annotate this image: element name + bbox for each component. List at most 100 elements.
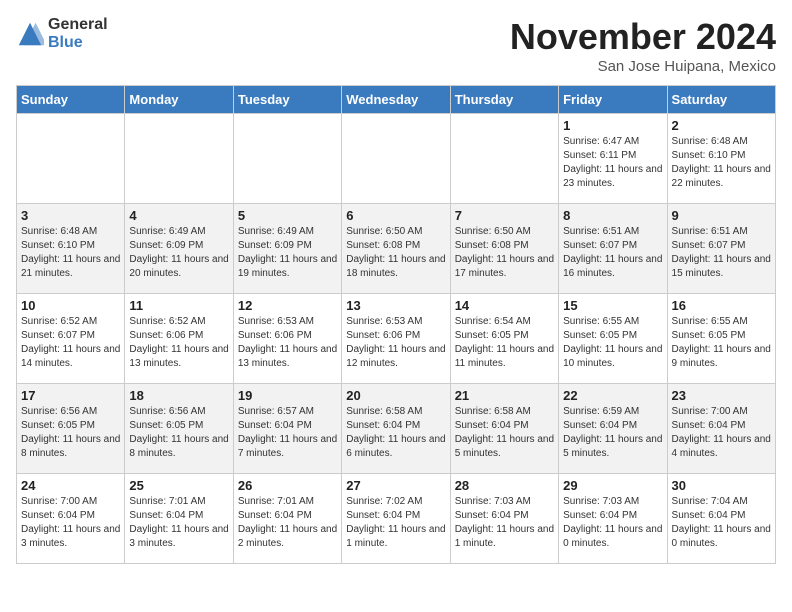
day-info: Sunrise: 6:50 AM Sunset: 6:08 PM Dayligh… bbox=[346, 225, 445, 281]
day-number: 20 bbox=[346, 388, 445, 403]
calendar-cell: 3 Sunrise: 6:48 AM Sunset: 6:10 PM Daylig… bbox=[17, 204, 125, 294]
calendar-cell: 28 Sunrise: 7:03 AM Sunset: 6:04 PM Dayli… bbox=[450, 474, 558, 564]
calendar-week-row: 17 Sunrise: 6:56 AM Sunset: 6:05 PM Dayli… bbox=[17, 384, 776, 474]
day-info: Sunrise: 6:56 AM Sunset: 6:05 PM Dayligh… bbox=[129, 405, 228, 461]
day-info: Sunrise: 6:51 AM Sunset: 6:07 PM Dayligh… bbox=[563, 225, 662, 281]
day-info: Sunrise: 6:58 AM Sunset: 6:04 PM Dayligh… bbox=[346, 405, 445, 461]
location-subtitle: San Jose Huipana, Mexico bbox=[510, 58, 776, 75]
day-info: Sunrise: 6:56 AM Sunset: 6:05 PM Dayligh… bbox=[21, 405, 120, 461]
day-number: 23 bbox=[672, 388, 771, 403]
day-number: 28 bbox=[455, 478, 554, 493]
calendar-cell bbox=[342, 114, 450, 204]
day-info: Sunrise: 7:00 AM Sunset: 6:04 PM Dayligh… bbox=[21, 495, 120, 551]
weekday-header-thursday: Thursday bbox=[450, 86, 558, 114]
day-number: 29 bbox=[563, 478, 662, 493]
calendar-week-row: 3 Sunrise: 6:48 AM Sunset: 6:10 PM Daylig… bbox=[17, 204, 776, 294]
calendar-week-row: 10 Sunrise: 6:52 AM Sunset: 6:07 PM Dayli… bbox=[17, 294, 776, 384]
logo-blue: Blue bbox=[48, 34, 108, 52]
page-header: General Blue November 2024 San Jose Huip… bbox=[16, 16, 776, 75]
day-info: Sunrise: 7:04 AM Sunset: 6:04 PM Dayligh… bbox=[672, 495, 771, 551]
calendar-cell: 20 Sunrise: 6:58 AM Sunset: 6:04 PM Dayli… bbox=[342, 384, 450, 474]
day-info: Sunrise: 6:48 AM Sunset: 6:10 PM Dayligh… bbox=[672, 135, 771, 191]
logo-general: General bbox=[48, 16, 108, 34]
day-info: Sunrise: 6:53 AM Sunset: 6:06 PM Dayligh… bbox=[346, 315, 445, 371]
day-info: Sunrise: 7:00 AM Sunset: 6:04 PM Dayligh… bbox=[672, 405, 771, 461]
day-number: 25 bbox=[129, 478, 228, 493]
weekday-header-saturday: Saturday bbox=[667, 86, 775, 114]
day-number: 17 bbox=[21, 388, 120, 403]
day-info: Sunrise: 6:48 AM Sunset: 6:10 PM Dayligh… bbox=[21, 225, 120, 281]
calendar-body: 1Sunrise: 6:47 AM Sunset: 6:11 PM Daylig… bbox=[17, 114, 776, 564]
calendar-cell: 27 Sunrise: 7:02 AM Sunset: 6:04 PM Dayli… bbox=[342, 474, 450, 564]
day-number: 24 bbox=[21, 478, 120, 493]
day-number: 22 bbox=[563, 388, 662, 403]
day-number: 4 bbox=[129, 208, 228, 223]
day-info: Sunrise: 6:55 AM Sunset: 6:05 PM Dayligh… bbox=[672, 315, 771, 371]
day-info: Sunrise: 7:02 AM Sunset: 6:04 PM Dayligh… bbox=[346, 495, 445, 551]
day-number: 3 bbox=[21, 208, 120, 223]
day-info: Sunrise: 7:03 AM Sunset: 6:04 PM Dayligh… bbox=[455, 495, 554, 551]
day-number: 13 bbox=[346, 298, 445, 313]
calendar-cell: 23 Sunrise: 7:00 AM Sunset: 6:04 PM Dayli… bbox=[667, 384, 775, 474]
day-info: Sunrise: 6:52 AM Sunset: 6:06 PM Dayligh… bbox=[129, 315, 228, 371]
title-block: November 2024 San Jose Huipana, Mexico bbox=[510, 16, 776, 75]
calendar-week-row: 24 Sunrise: 7:00 AM Sunset: 6:04 PM Dayli… bbox=[17, 474, 776, 564]
calendar-cell bbox=[125, 114, 233, 204]
logo: General Blue bbox=[16, 16, 108, 51]
calendar-cell: 21Sunrise: 6:58 AM Sunset: 6:04 PM Dayli… bbox=[450, 384, 558, 474]
weekday-header-friday: Friday bbox=[559, 86, 667, 114]
calendar-cell: 26Sunrise: 7:01 AM Sunset: 6:04 PM Dayli… bbox=[233, 474, 341, 564]
day-info: Sunrise: 6:53 AM Sunset: 6:06 PM Dayligh… bbox=[238, 315, 337, 371]
calendar-cell: 10 Sunrise: 6:52 AM Sunset: 6:07 PM Dayli… bbox=[17, 294, 125, 384]
day-info: Sunrise: 6:52 AM Sunset: 6:07 PM Dayligh… bbox=[21, 315, 120, 371]
calendar-cell bbox=[233, 114, 341, 204]
calendar-cell: 7Sunrise: 6:50 AM Sunset: 6:08 PM Daylig… bbox=[450, 204, 558, 294]
day-number: 15 bbox=[563, 298, 662, 313]
day-number: 5 bbox=[238, 208, 337, 223]
day-info: Sunrise: 6:57 AM Sunset: 6:04 PM Dayligh… bbox=[238, 405, 337, 461]
calendar-cell: 6 Sunrise: 6:50 AM Sunset: 6:08 PM Daylig… bbox=[342, 204, 450, 294]
day-number: 11 bbox=[129, 298, 228, 313]
logo-icon bbox=[16, 20, 44, 48]
calendar-header: SundayMondayTuesdayWednesdayThursdayFrid… bbox=[17, 86, 776, 114]
calendar-cell: 12 Sunrise: 6:53 AM Sunset: 6:06 PM Dayli… bbox=[233, 294, 341, 384]
day-info: Sunrise: 7:01 AM Sunset: 6:04 PM Dayligh… bbox=[238, 495, 337, 551]
day-number: 14 bbox=[455, 298, 554, 313]
calendar-cell: 22 Sunrise: 6:59 AM Sunset: 6:04 PM Dayli… bbox=[559, 384, 667, 474]
day-number: 12 bbox=[238, 298, 337, 313]
day-info: Sunrise: 7:03 AM Sunset: 6:04 PM Dayligh… bbox=[563, 495, 662, 551]
day-number: 1 bbox=[563, 118, 662, 133]
day-number: 10 bbox=[21, 298, 120, 313]
day-info: Sunrise: 6:54 AM Sunset: 6:05 PM Dayligh… bbox=[455, 315, 554, 371]
day-info: Sunrise: 6:59 AM Sunset: 6:04 PM Dayligh… bbox=[563, 405, 662, 461]
calendar-cell: 4 Sunrise: 6:49 AM Sunset: 6:09 PM Daylig… bbox=[125, 204, 233, 294]
day-number: 18 bbox=[129, 388, 228, 403]
calendar-cell: 11 Sunrise: 6:52 AM Sunset: 6:06 PM Dayli… bbox=[125, 294, 233, 384]
day-number: 30 bbox=[672, 478, 771, 493]
day-number: 9 bbox=[672, 208, 771, 223]
calendar-cell: 19Sunrise: 6:57 AM Sunset: 6:04 PM Dayli… bbox=[233, 384, 341, 474]
calendar-cell: 2Sunrise: 6:48 AM Sunset: 6:10 PM Daylig… bbox=[667, 114, 775, 204]
weekday-header-tuesday: Tuesday bbox=[233, 86, 341, 114]
day-number: 21 bbox=[455, 388, 554, 403]
calendar-cell bbox=[17, 114, 125, 204]
day-number: 6 bbox=[346, 208, 445, 223]
day-number: 27 bbox=[346, 478, 445, 493]
calendar-cell: 9 Sunrise: 6:51 AM Sunset: 6:07 PM Daylig… bbox=[667, 204, 775, 294]
day-number: 7 bbox=[455, 208, 554, 223]
day-info: Sunrise: 6:49 AM Sunset: 6:09 PM Dayligh… bbox=[129, 225, 228, 281]
day-number: 8 bbox=[563, 208, 662, 223]
weekday-header-monday: Monday bbox=[125, 86, 233, 114]
calendar-cell: 15 Sunrise: 6:55 AM Sunset: 6:05 PM Dayli… bbox=[559, 294, 667, 384]
day-info: Sunrise: 6:55 AM Sunset: 6:05 PM Dayligh… bbox=[563, 315, 662, 371]
calendar-cell: 8 Sunrise: 6:51 AM Sunset: 6:07 PM Daylig… bbox=[559, 204, 667, 294]
weekday-header-sunday: Sunday bbox=[17, 86, 125, 114]
calendar-cell: 16 Sunrise: 6:55 AM Sunset: 6:05 PM Dayli… bbox=[667, 294, 775, 384]
month-title: November 2024 bbox=[510, 16, 776, 58]
day-info: Sunrise: 6:49 AM Sunset: 6:09 PM Dayligh… bbox=[238, 225, 337, 281]
day-info: Sunrise: 6:51 AM Sunset: 6:07 PM Dayligh… bbox=[672, 225, 771, 281]
day-number: 16 bbox=[672, 298, 771, 313]
calendar-cell bbox=[450, 114, 558, 204]
calendar-cell: 17 Sunrise: 6:56 AM Sunset: 6:05 PM Dayli… bbox=[17, 384, 125, 474]
day-info: Sunrise: 7:01 AM Sunset: 6:04 PM Dayligh… bbox=[129, 495, 228, 551]
